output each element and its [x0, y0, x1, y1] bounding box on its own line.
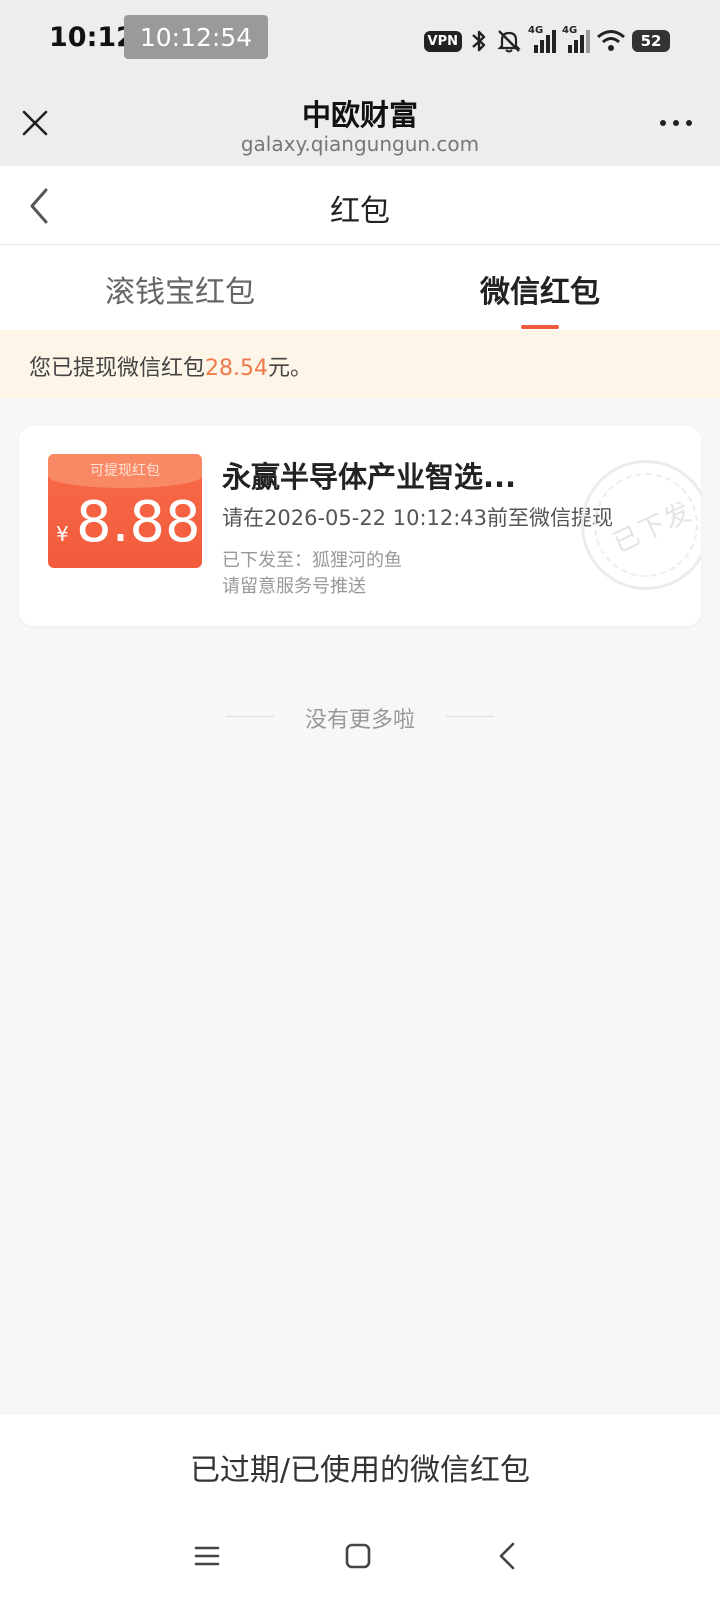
status-bar: 10:12 10:12:54 VPN 4G 4G 52: [0, 0, 720, 80]
tab-active-indicator: [521, 325, 559, 329]
bluetooth-icon: [472, 30, 486, 52]
web-url: galaxy.qiangungun.com: [240, 132, 480, 156]
card-hint: 请留意服务号推送: [222, 576, 366, 597]
notice-text: 您已提现微信红包28.54元。: [29, 356, 313, 381]
card-deadline: 请在2026-05-22 10:12:43前至微信提现: [222, 506, 614, 530]
mute-bell-icon: [497, 30, 521, 53]
card-title: 永赢半导体产业智选...: [222, 460, 517, 494]
issued-stamp: 已下发: [581, 460, 701, 590]
expired-packets-label: 已过期/已使用的微信红包: [189, 1453, 531, 1488]
withdraw-notice: 您已提现微信红包28.54元。: [0, 330, 720, 398]
page-title: 红包: [330, 194, 390, 229]
web-title: 中欧财富: [301, 98, 418, 132]
coupon-amount: 8.88: [76, 490, 201, 555]
home-icon[interactable]: [345, 1543, 371, 1569]
vpn-icon: VPN: [423, 30, 462, 52]
list-end: 没有更多啦: [0, 702, 720, 733]
tab-gunqianbao[interactable]: 滚钱宝红包: [0, 267, 360, 311]
status-icons: VPN 4G 4G 52: [423, 24, 670, 58]
expired-packets-button[interactable]: 已过期/已使用的微信红包: [0, 1415, 720, 1523]
system-back-icon[interactable]: [497, 1541, 517, 1571]
red-packet-card[interactable]: 可提现红包 ¥ 8.88 永赢半导体产业智选... 请在2026-05-22 1…: [19, 426, 701, 626]
page-navbar: 红包: [0, 166, 720, 245]
tab-wechat[interactable]: 微信红包: [360, 267, 720, 311]
signal-icon: 4G: [528, 25, 556, 53]
wifi-icon: [597, 30, 625, 51]
coupon-tag: 可提现红包: [90, 463, 160, 479]
signal-icon-2: 4G: [562, 25, 590, 53]
web-header: 中欧财富 galaxy.qiangungun.com: [0, 80, 720, 166]
clock-badge: 10:12:54: [124, 15, 268, 59]
list-end-text: 没有更多啦: [304, 708, 415, 733]
card-sent-to: 已下发至：狐狸河的鱼: [222, 550, 402, 571]
currency-symbol: ¥: [56, 522, 69, 546]
menu-icon[interactable]: [194, 1543, 220, 1569]
battery-icon: 52: [632, 30, 670, 52]
system-nav-bar: [0, 1523, 720, 1600]
status-time: 10:12: [49, 22, 135, 53]
coupon-badge: 可提现红包 ¥ 8.88: [48, 454, 202, 568]
notice-amount: 28.54: [205, 356, 268, 381]
tab-bar: 滚钱宝红包 微信红包: [0, 245, 720, 330]
more-menu-icon[interactable]: [660, 120, 692, 126]
